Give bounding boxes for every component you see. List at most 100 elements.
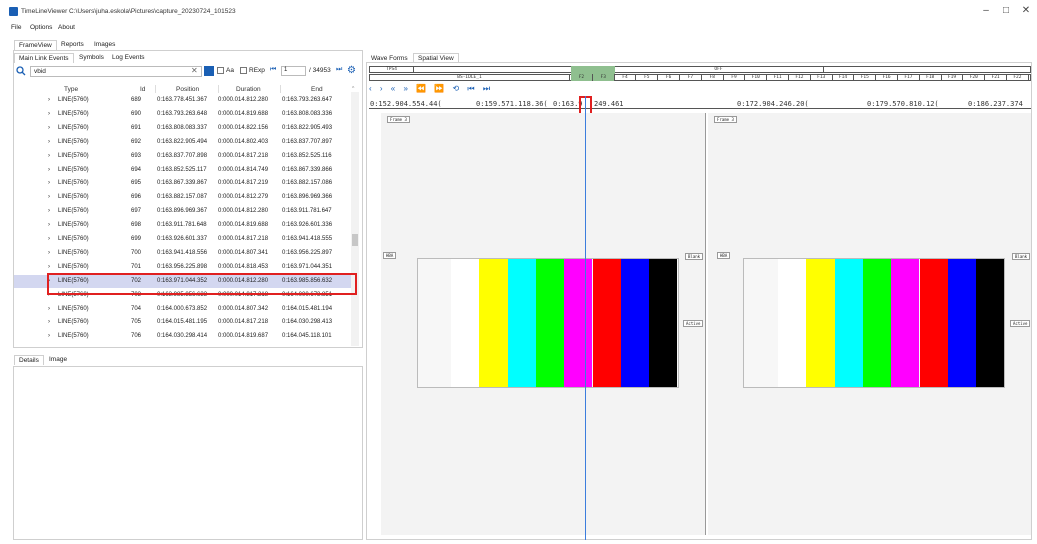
menu-file[interactable]: File	[11, 24, 21, 31]
frame-cell[interactable]: F6	[658, 74, 680, 81]
cell-duration: 0:000.014.812.280	[218, 208, 269, 215]
settings-gear-icon[interactable]: ⚙	[347, 65, 356, 76]
time-cursor[interactable]	[585, 96, 586, 540]
scroll-up-icon[interactable]: ^	[352, 86, 354, 92]
frame-cell[interactable]: F21	[985, 74, 1007, 81]
table-row[interactable]: › LINE(5760) 695 0:163.867.339.867 0:000.014…	[14, 177, 354, 191]
maximize-button[interactable]: □	[995, 4, 1017, 18]
table-row[interactable]: › LINE(5760) 705 0:164.015.481.195 0:000.014…	[14, 316, 354, 330]
frame-cell[interactable]: F8	[702, 74, 724, 81]
col-type[interactable]: Type	[64, 86, 78, 93]
color-bar	[592, 259, 621, 387]
cell-position: 0:163.956.225.898	[157, 263, 208, 270]
minimize-button[interactable]: –	[975, 4, 997, 18]
frame-cell[interactable]: F18	[920, 74, 942, 81]
tab-reports[interactable]: Reports	[57, 40, 88, 49]
frame-cell[interactable]: F19	[942, 74, 964, 81]
cell-id: 697	[131, 208, 142, 215]
nav-controls[interactable]: ‹ › « » ⏪ ⏩ ⟲ ⏮ ⏭	[369, 84, 493, 94]
cell-position: 0:164.015.481.195	[157, 319, 208, 326]
cell-end: 0:163.911.781.647	[282, 208, 332, 215]
table-row[interactable]: › LINE(5760) 696 0:163.882.157.087 0:000.014…	[14, 191, 354, 205]
frame-cell[interactable]: F10	[745, 74, 768, 81]
current-block	[571, 66, 615, 74]
cell-position: 0:163.808.083.337	[157, 124, 208, 131]
cell-end: 0:163.941.418.555	[282, 236, 333, 242]
table-row[interactable]: › LINE(5760) 689 0:163.778.451.367 0:000.014…	[14, 94, 354, 108]
first-page-icon[interactable]: ⏮	[270, 66, 276, 74]
regexp-checkbox[interactable]	[240, 67, 247, 74]
color-bar	[976, 259, 1005, 387]
table-row[interactable]: › LINE(5760) 691 0:163.808.083.337 0:000.014…	[14, 122, 354, 136]
expand-chevron-icon: ›	[48, 138, 50, 145]
cell-duration: 0:000.014.817.219	[218, 180, 269, 187]
frame-cell[interactable]: F5	[636, 74, 659, 81]
tab-log-events[interactable]: Log Events	[108, 53, 149, 62]
frame-cell[interactable]: F3	[592, 74, 615, 81]
frame-cell[interactable]: F9	[724, 74, 746, 81]
frame-cell[interactable]: F2	[571, 74, 593, 81]
tab-frameview[interactable]: FrameView	[14, 40, 57, 50]
cell-id: 696	[131, 194, 142, 201]
close-button[interactable]: ✕	[1015, 4, 1037, 18]
frame-cell[interactable]: F20	[963, 74, 986, 81]
table-row[interactable]: › LINE(5760) 704 0:164.000.673.852 0:000.014…	[14, 303, 354, 317]
search-icon	[16, 66, 26, 76]
color-bar	[564, 259, 593, 387]
frame-cell[interactable]: F13	[811, 74, 833, 81]
cell-end: 0:164.045.118.101	[282, 333, 332, 340]
cell-duration: 0:000.014.812.279	[218, 194, 269, 201]
details-panel	[13, 366, 363, 540]
frame-cell[interactable]: F15	[854, 74, 877, 81]
cell-position: 0:163.837.707.898	[157, 152, 208, 159]
cell-duration: 0:000.014.819.688	[218, 222, 269, 229]
last-page-icon[interactable]: ⏭	[336, 66, 342, 74]
tab-symbols[interactable]: Symbols	[75, 53, 108, 62]
page-input[interactable]: 1	[281, 66, 306, 76]
frame-cell[interactable]: F17	[898, 74, 920, 81]
col-duration[interactable]: Duration	[236, 86, 261, 93]
table-row[interactable]: › LINE(5760) 694 0:163.852.525.117 0:000.014…	[14, 164, 354, 178]
table-row[interactable]: › LINE(5760) 690 0:163.793.263.648 0:000.014…	[14, 108, 354, 122]
color-bar	[620, 259, 650, 387]
cell-end: 0:164.030.298.413	[282, 319, 333, 326]
tab-image[interactable]: Image	[45, 355, 71, 364]
table-row[interactable]: › LINE(5760) 698 0:163.911.781.648 0:000.014…	[14, 219, 354, 233]
frame-cell[interactable]: F14	[833, 74, 855, 81]
frame-cell[interactable]: F11	[767, 74, 789, 81]
cell-type: LINE(5760)	[58, 305, 89, 312]
col-position[interactable]: Position	[176, 86, 199, 93]
clear-search-icon[interactable]: ✕	[191, 66, 198, 75]
frame-cell[interactable]: F12	[789, 74, 811, 81]
frame-cell[interactable]: F22	[1007, 74, 1029, 81]
color-bar	[507, 259, 536, 387]
table-row[interactable]: › LINE(5760) 700 0:163.941.418.556 0:000.014…	[14, 247, 354, 261]
filter-icon[interactable]	[204, 66, 214, 76]
tab-images[interactable]: Images	[90, 40, 119, 49]
aa-checkbox[interactable]	[217, 67, 224, 74]
table-row[interactable]: › LINE(5760) 706 0:164.030.298.414 0:000.014…	[14, 330, 354, 344]
frame-cell[interactable]: F16	[876, 74, 898, 81]
menu-about[interactable]: About	[58, 24, 75, 31]
table-row[interactable]: › LINE(5760) 697 0:163.896.969.367 0:000.014…	[14, 205, 354, 219]
cell-type: LINE(5760)	[58, 319, 89, 326]
tab-main-link-events[interactable]: Main Link Events	[14, 53, 74, 63]
search-input[interactable]: vbid	[30, 66, 202, 77]
col-end[interactable]: End	[311, 86, 323, 93]
cell-position: 0:163.852.525.117	[157, 166, 207, 173]
frame-cell[interactable]: F4	[615, 74, 637, 81]
table-row[interactable]: › LINE(5760) 692 0:163.822.905.494 0:000.014…	[14, 136, 354, 150]
col-divider	[218, 85, 219, 93]
table-row[interactable]: › LINE(5760) 693 0:163.837.707.898 0:000.014…	[14, 150, 354, 164]
cell-type: LINE(5760)	[58, 333, 89, 340]
tab-details[interactable]: Details	[14, 355, 44, 365]
timestamp-6: 0:186.237.374	[968, 100, 1023, 108]
cell-type: LINE(5760)	[58, 249, 89, 256]
scrollbar-thumb[interactable]	[352, 234, 358, 246]
frame-cell[interactable]: F7	[680, 74, 702, 81]
table-scrollbar[interactable]	[351, 92, 359, 346]
col-id[interactable]: Id	[140, 86, 145, 93]
cell-type: LINE(5760)	[58, 180, 89, 187]
table-row[interactable]: › LINE(5760) 699 0:163.926.601.337 0:000.014…	[14, 233, 354, 247]
menu-options[interactable]: Options	[30, 24, 52, 31]
